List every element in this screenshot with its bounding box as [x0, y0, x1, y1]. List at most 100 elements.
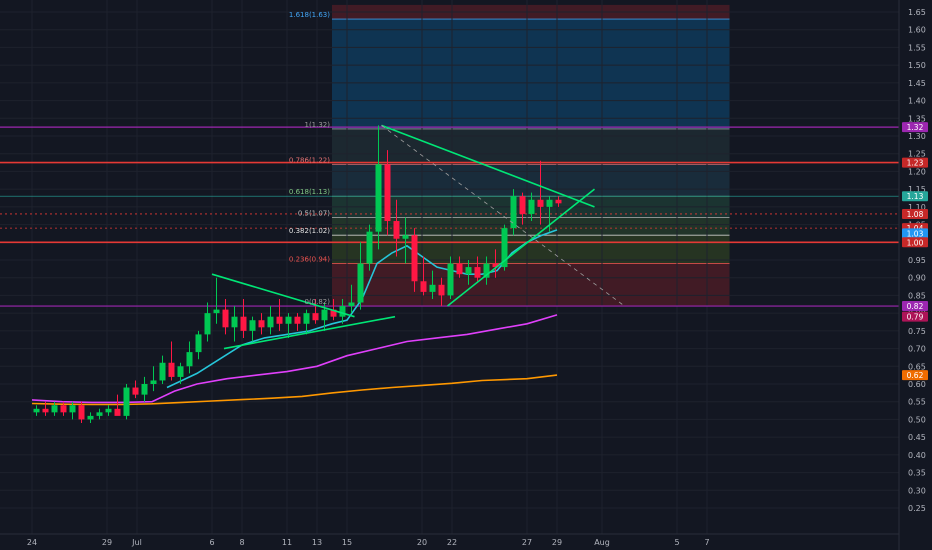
price-tick-label: 0.35 [908, 469, 926, 478]
candle-body [69, 405, 76, 413]
candle-body [465, 267, 472, 275]
candle-body [267, 316, 274, 328]
fib-level-label: 0.236(0.94) [289, 256, 330, 264]
candle-body [294, 316, 301, 324]
time-tick-label: 13 [312, 538, 322, 547]
time-tick-label: 29 [102, 538, 112, 547]
price-tick-label: 1.35 [908, 114, 926, 123]
candle-body [546, 199, 553, 207]
fib-zone [332, 128, 730, 165]
candle-body [285, 316, 292, 324]
candle-body [420, 281, 427, 292]
candle-body [321, 309, 328, 321]
time-tick-label: 5 [674, 538, 679, 547]
price-tick-label: 1.45 [908, 79, 926, 88]
candle-body [402, 235, 409, 239]
price-tick-label: 1.60 [908, 26, 926, 35]
candle-body [456, 263, 463, 275]
candle-body [357, 263, 364, 303]
candle-body [105, 408, 112, 413]
fib-level-label: 0(0.82) [304, 298, 330, 306]
price-tick-label: 0.25 [908, 504, 926, 513]
candle-body [447, 263, 454, 296]
time-tick-label: 24 [27, 538, 37, 547]
candle-body [393, 221, 400, 239]
price-tag-label: 0.62 [907, 371, 924, 380]
price-tick-label: 0.40 [908, 451, 926, 460]
candle-body [168, 362, 175, 377]
candle-body [519, 196, 526, 214]
fib-level-label: 0.382(1.02) [289, 227, 330, 235]
price-tick-label: 0.65 [908, 362, 926, 371]
candle-body [276, 316, 283, 324]
fibonacci-zones [332, 4, 730, 307]
candle-body [474, 267, 481, 278]
candle-body [438, 284, 445, 296]
candle-body [258, 320, 265, 328]
candle-body [132, 387, 139, 395]
price-tick-label: 0.50 [908, 415, 926, 424]
fib-zone [332, 217, 730, 236]
time-tick-label: Aug [594, 538, 610, 547]
time-tick-label: 6 [209, 538, 214, 547]
candle-body [222, 309, 229, 328]
fib-level-label: 0.786(1.22) [289, 156, 330, 164]
price-tick-label: 1.25 [908, 150, 926, 159]
candle-body [114, 408, 121, 416]
candle-body [78, 405, 85, 420]
price-tick-label: 1.65 [908, 8, 926, 17]
price-tag-label: 1.03 [907, 229, 924, 238]
candle-body [366, 231, 373, 264]
fib-zone [332, 19, 730, 129]
candle-body [123, 387, 130, 416]
candle-body [141, 384, 148, 395]
price-tick-label: 1.55 [908, 43, 926, 52]
price-tick-label: 0.30 [908, 486, 926, 495]
price-tick-label: 0.45 [908, 433, 926, 442]
time-tick-label: 27 [522, 538, 532, 547]
candle-body [213, 309, 220, 314]
candle-body [204, 313, 211, 335]
price-chart[interactable]: 1.618(1.63) 1(1.32) 0.786(1.22) 0.618(1.13)… [0, 0, 932, 550]
price-tick-label: 0.90 [908, 274, 926, 283]
candle-body [240, 316, 247, 331]
price-tick-label: 0.95 [908, 256, 926, 265]
price-axis[interactable]: 1.65 1.60 1.55 1.50 1.45 1.40 1.35 1.30 1.25 1.20… [908, 8, 926, 513]
fib-level-label: 1(1.32) [304, 121, 330, 129]
candle-body [528, 199, 535, 214]
price-tick-label: 0.55 [908, 398, 926, 407]
price-tick-label: 1.20 [908, 167, 926, 176]
candle-body [186, 352, 193, 367]
fib-level-label: 0.5(1.07) [298, 209, 330, 217]
candle-body [303, 313, 310, 324]
candle-body [384, 164, 391, 222]
fib-zone [332, 263, 730, 307]
price-tick-label: 1.30 [908, 132, 926, 141]
candle-body [429, 284, 436, 292]
candle-body [537, 199, 544, 207]
fib-zone [332, 164, 730, 197]
time-tick-label: 7 [704, 538, 709, 547]
time-tick-label: 15 [342, 538, 352, 547]
price-tag-label: 1.00 [907, 238, 924, 247]
candle-body [312, 313, 319, 321]
price-tag-label: 1.08 [907, 210, 924, 219]
candle-body [249, 320, 256, 331]
candle-body [195, 334, 202, 353]
candle-body [375, 164, 382, 232]
candle-body [510, 196, 517, 229]
price-tag-label: 0.82 [907, 302, 924, 311]
candle-body [159, 362, 166, 381]
price-tick-label: 0.75 [908, 327, 926, 336]
candle-body [231, 316, 238, 328]
time-tick-label: 8 [239, 538, 244, 547]
price-tag-label: 1.13 [907, 192, 924, 201]
price-tag-label: 0.79 [907, 313, 924, 322]
candle-body [150, 380, 157, 384]
candle-body [411, 235, 418, 282]
price-tick-label: 0.70 [908, 345, 926, 354]
candle-body [339, 306, 346, 317]
time-tick-label: Jul [131, 538, 142, 547]
time-tick-label: 20 [417, 538, 427, 547]
candle-body [33, 408, 40, 413]
